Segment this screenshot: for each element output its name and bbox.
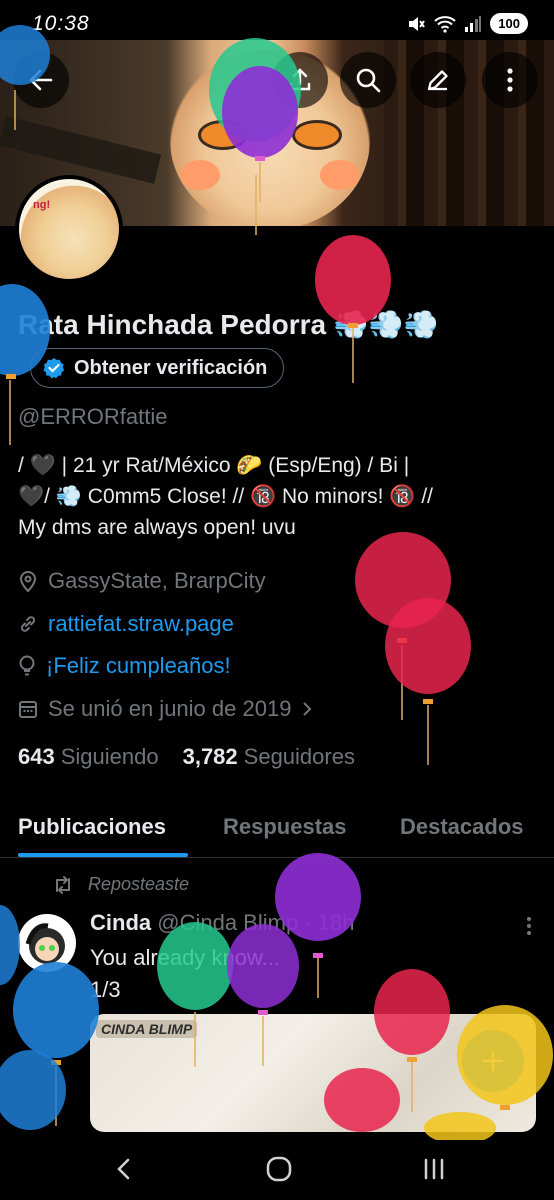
status-icons: 100	[406, 13, 528, 34]
post-author-name[interactable]: Cinda	[90, 910, 151, 935]
balloon-bulb-icon	[19, 655, 35, 676]
balloon-blue	[0, 1050, 66, 1130]
compose-button[interactable]	[462, 1030, 524, 1092]
search-button[interactable]	[340, 52, 396, 108]
balloon-red	[355, 532, 451, 720]
more-vertical-icon	[507, 68, 513, 92]
nav-back-icon	[117, 1158, 130, 1180]
profile-bio: / 🖤 | 21 yr Rat/México 🌮 (Esp/Eng) / Bi …	[18, 454, 433, 539]
chevron-right-icon	[303, 702, 312, 716]
nav-back-button[interactable]	[104, 1152, 144, 1186]
repost-icon	[56, 875, 70, 894]
edit-icon	[427, 70, 448, 91]
display-name: Rata Hinchada Pedorra 💨💨💨	[18, 309, 439, 340]
follow-stats: 643 Siguiendo 3,782 Seguidores	[18, 744, 355, 770]
repost-label: Reposteaste	[88, 874, 190, 894]
followers-link[interactable]: 3,782 Seguidores	[183, 744, 355, 770]
status-bar: 10:38 100	[0, 0, 554, 52]
birthday-text[interactable]: ¡Feliz cumpleaños!	[46, 653, 231, 679]
following-link[interactable]: 643 Siguiendo	[18, 744, 159, 770]
tab-destacados[interactable]: Destacados	[400, 814, 524, 840]
post-author-handle[interactable]: @Cinda Blimp	[157, 910, 298, 935]
nav-recents-button[interactable]	[414, 1152, 454, 1186]
system-nav-bar	[0, 1138, 554, 1200]
more-vertical-icon	[527, 917, 531, 935]
media-watermark: CINDA BLIMP	[96, 1020, 198, 1038]
signal-icon	[465, 15, 482, 32]
back-button[interactable]	[13, 52, 69, 108]
nav-home-icon	[266, 1156, 292, 1182]
repost-indicator: Reposteaste	[52, 874, 189, 895]
more-options-button[interactable]	[482, 52, 538, 108]
share-icon	[289, 68, 311, 91]
avatar-art	[25, 923, 65, 964]
verified-badge-icon	[43, 358, 65, 379]
post-more-button[interactable]	[526, 916, 532, 941]
balloon-red	[385, 598, 471, 765]
website-row[interactable]: rattiefat.straw.page	[18, 611, 234, 637]
tab-publicaciones[interactable]: Publicaciones	[18, 814, 166, 840]
post-time: 18h	[317, 910, 355, 935]
calendar-icon	[19, 701, 37, 718]
profile-avatar[interactable]: ng!	[15, 175, 123, 283]
wifi-icon	[434, 15, 456, 33]
profile-tabs: Publicaciones Respuestas Destacados	[0, 800, 554, 858]
active-tab-indicator	[18, 853, 188, 857]
followers-label: Seguidores	[243, 744, 355, 769]
plus-icon	[482, 1050, 504, 1072]
balloon-blue	[0, 905, 20, 985]
location-row: GassyState, BrarpCity	[18, 568, 266, 594]
nav-home-button[interactable]	[259, 1152, 299, 1186]
get-verified-label: Obtener verificación	[74, 356, 268, 379]
post-text: You already know... 1/3	[90, 945, 280, 1002]
location-pin-icon	[19, 571, 37, 592]
nav-recents-icon	[424, 1158, 444, 1180]
mute-icon	[409, 16, 426, 31]
joined-text: Se unió en junio de 2019	[48, 696, 292, 721]
search-icon	[356, 68, 381, 93]
status-time: 10:38	[32, 12, 90, 35]
location-text: GassyState, BrarpCity	[48, 568, 266, 593]
battery-indicator: 100	[490, 13, 528, 34]
edit-profile-button[interactable]	[410, 52, 466, 108]
website-link[interactable]: rattiefat.straw.page	[48, 611, 234, 637]
birthday-row: ¡Feliz cumpleaños!	[18, 653, 231, 679]
get-verified-button[interactable]: Obtener verificación	[30, 348, 285, 388]
profile-handle: @ERRORfattie	[18, 404, 168, 429]
back-arrow-icon	[29, 69, 53, 91]
post-author-line: Cinda @Cinda Blimp · 18h	[90, 910, 355, 935]
following-label: Siguiendo	[60, 744, 159, 769]
post-author-avatar[interactable]	[18, 914, 76, 972]
link-icon	[20, 616, 36, 632]
joined-row[interactable]: Se unió en junio de 2019	[18, 696, 313, 722]
share-button[interactable]	[272, 52, 328, 108]
tab-respuestas[interactable]: Respuestas	[223, 814, 347, 840]
followers-count: 3,782	[182, 744, 238, 769]
balloon-blue	[13, 962, 99, 1126]
following-count: 643	[18, 744, 55, 769]
